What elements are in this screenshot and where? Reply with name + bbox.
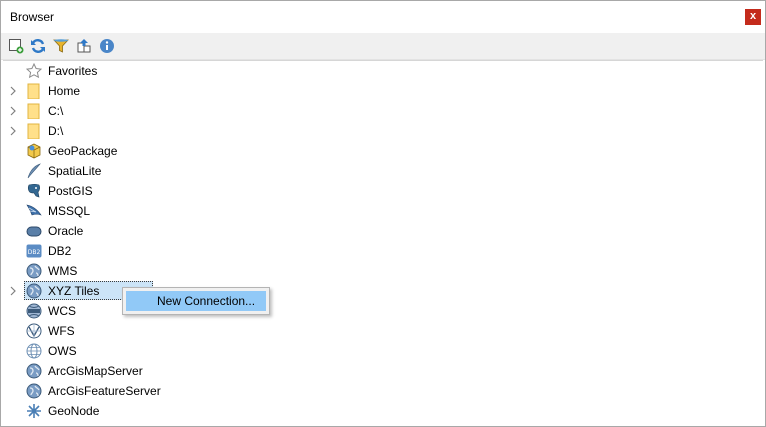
tree-item-mssql[interactable]: MSSQL — [3, 201, 743, 221]
tree-item-favorites[interactable]: Favorites — [3, 61, 743, 81]
geopackage-icon — [27, 143, 41, 159]
tree-item-label: MSSQL — [48, 204, 91, 218]
tree-item-wfs[interactable]: WFS — [3, 321, 743, 341]
svg-text:DB2: DB2 — [28, 249, 41, 256]
spatialite-icon — [27, 163, 41, 179]
tree-item-xyz-tiles[interactable]: XYZ Tiles — [3, 281, 743, 301]
tree-item-label: WMS — [48, 264, 78, 278]
tree-item-oracle[interactable]: Oracle — [3, 221, 743, 241]
globe-icon — [26, 283, 42, 299]
tree-item-label: Home — [48, 84, 81, 98]
oracle-icon — [26, 226, 42, 237]
wcs-globe-icon — [26, 303, 42, 319]
tree-item-home[interactable]: Home — [3, 81, 743, 101]
tree-item-label: Oracle — [48, 224, 84, 238]
menu-item-label: New Connection... — [157, 294, 256, 308]
tree-item-arcgis-map-server[interactable]: ArcGisMapServer — [3, 361, 743, 381]
arcgis-feature-icon — [26, 383, 42, 399]
tree-item-ows[interactable]: OWS — [3, 341, 743, 361]
title-bar: Browser x — [1, 1, 765, 33]
tree-item-arcgis-feature-server[interactable]: ArcGisFeatureServer — [3, 381, 743, 401]
refresh-icon[interactable] — [30, 38, 46, 54]
collapse-all-icon[interactable] — [76, 38, 92, 54]
add-layer-icon[interactable] — [8, 38, 24, 54]
folder-icon — [27, 123, 40, 139]
db2-icon: DB2 — [26, 244, 42, 258]
tree-item-label: Favorites — [48, 64, 98, 78]
wfs-globe-icon — [26, 323, 42, 339]
toolbar — [1, 33, 765, 60]
ows-globe-icon — [26, 343, 42, 359]
tree-item-geopackage[interactable]: GeoPackage — [3, 141, 743, 161]
tree-item-label: D:\ — [48, 124, 64, 138]
chevron-right-icon[interactable] — [8, 286, 18, 296]
tree-item-d-drive[interactable]: D:\ — [3, 121, 743, 141]
tree-item-label: PostGIS — [48, 184, 93, 198]
folder-icon — [27, 83, 40, 99]
arcgis-map-icon — [26, 363, 42, 379]
tree-item-label: SpatiaLite — [48, 164, 102, 178]
tree-item-geonode[interactable]: GeoNode — [3, 401, 743, 421]
info-icon[interactable] — [99, 38, 115, 54]
close-button[interactable]: x — [745, 9, 761, 25]
tree-item-label: C:\ — [48, 104, 64, 118]
globe-icon — [26, 263, 42, 279]
panel-title: Browser — [10, 10, 55, 24]
chevron-right-icon[interactable] — [8, 86, 18, 96]
chevron-right-icon[interactable] — [8, 106, 18, 116]
star-icon — [26, 63, 42, 79]
tree-item-label: GeoPackage — [48, 144, 118, 158]
new-connection-menu-item[interactable]: New Connection... — [126, 291, 266, 311]
tree-item-spatialite[interactable]: SpatiaLite — [3, 161, 743, 181]
browser-tree[interactable]: Favorites Home C:\ D:\ GeoPackage Spatia… — [3, 60, 763, 425]
tree-item-label: OWS — [48, 344, 77, 358]
tree-item-postgis[interactable]: PostGIS — [3, 181, 743, 201]
geonode-icon — [27, 404, 41, 418]
chevron-right-icon[interactable] — [8, 126, 18, 136]
tree-item-wcs[interactable]: WCS — [3, 301, 743, 321]
tree-item-label: WCS — [48, 304, 76, 318]
mssql-icon — [26, 204, 42, 216]
tree-item-wms[interactable]: WMS — [3, 261, 743, 281]
tree-item-label: ArcGisFeatureServer — [48, 384, 161, 398]
folder-icon — [27, 103, 40, 119]
context-menu: New Connection... — [122, 287, 270, 315]
tree-item-label: DB2 — [48, 244, 72, 258]
browser-panel: Browser x Favorites Home C:\ D:\ GeoPack… — [0, 0, 766, 427]
filter-icon[interactable] — [53, 38, 69, 54]
tree-item-label: GeoNode — [48, 404, 100, 418]
tree-item-label: XYZ Tiles — [48, 284, 100, 298]
tree-item-c-drive[interactable]: C:\ — [3, 101, 743, 121]
postgis-icon — [27, 183, 40, 198]
tree-item-db2[interactable]: DB2 DB2 — [3, 241, 743, 261]
tree-item-label: WFS — [48, 324, 75, 338]
tree-item-label: ArcGisMapServer — [48, 364, 143, 378]
